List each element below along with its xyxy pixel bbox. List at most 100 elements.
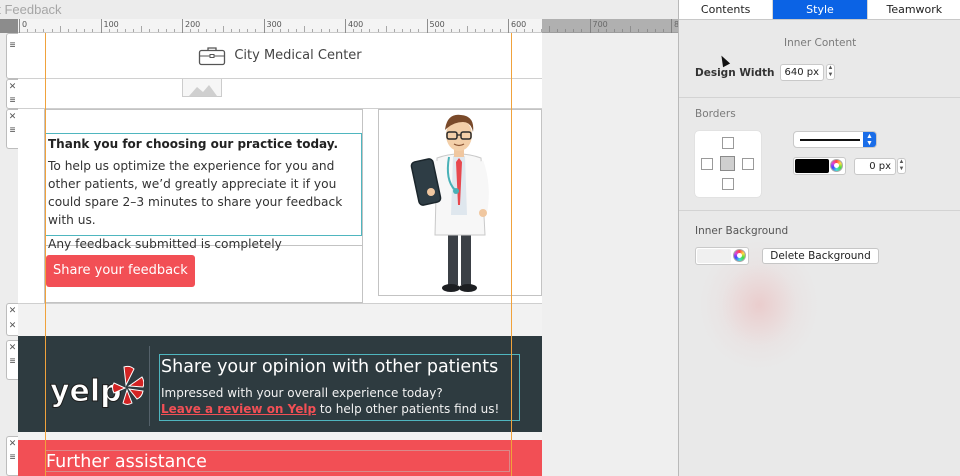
border-all-toggle[interactable] [720, 156, 735, 171]
ruler-minor-tick [450, 29, 452, 32]
ruler-minor-tick [247, 29, 249, 32]
border-side-selector[interactable] [695, 131, 761, 197]
block-handle-content[interactable]: ✕ ≡ [6, 109, 18, 149]
ruler-minor-tick [410, 29, 412, 32]
close-icon[interactable]: ✕ [9, 306, 17, 315]
intro-heading: Thank you for choosing our practice toda… [48, 137, 339, 151]
block-handle-gap[interactable]: ✕ ✕ [6, 303, 18, 336]
ruler-minor-tick [434, 29, 436, 32]
block-handle-yelp[interactable]: ✕ ≡ [6, 340, 18, 380]
ruler-minor-tick [271, 29, 273, 32]
border-color-well[interactable] [793, 157, 846, 175]
window-title: nt Feedback [0, 0, 678, 19]
yelp-logo: yelp [48, 363, 145, 413]
intro-text-frame[interactable]: Thank you for choosing our practice toda… [45, 133, 362, 269]
drag-handle-icon[interactable]: ≡ [10, 453, 16, 463]
ruler-minor-tick [369, 29, 371, 32]
ruler-minor-tick [475, 29, 477, 32]
drag-handle-icon[interactable]: ≡ [10, 126, 16, 136]
editor-canvas[interactable]: nt Feedback 0100200300400500600700800 ≡ … [0, 0, 678, 476]
close-icon[interactable]: ✕ [9, 321, 17, 330]
ruler-minor-tick [214, 29, 216, 32]
ruler-tick [182, 19, 183, 33]
ruler-minor-tick [361, 29, 363, 32]
close-icon[interactable]: ✕ [9, 439, 17, 448]
ruler-minor-tick [165, 29, 167, 32]
yelp-text-frame[interactable]: Share your opinion with other patients I… [159, 354, 520, 421]
ruler-tick-label: 300 [266, 20, 282, 29]
ruler-minor-tick [377, 29, 379, 32]
gap-block[interactable] [18, 303, 542, 336]
ruler-minor-tick [67, 29, 69, 32]
ruler-tick-label: 600 [511, 20, 527, 29]
chevron-updown-icon[interactable]: ▲ ▼ [863, 132, 876, 147]
ruler-minor-tick [516, 29, 518, 32]
border-style-select[interactable]: ▲ ▼ [793, 131, 877, 148]
block-handle-header[interactable]: ≡ [6, 33, 18, 79]
inner-background-swatch[interactable] [697, 249, 731, 263]
ruler-minor-tick [524, 29, 526, 32]
border-width-field[interactable]: 0 px [854, 158, 896, 175]
spacer-block[interactable] [18, 79, 542, 109]
ruler-minor-tick [157, 29, 159, 32]
ruler-minor-tick [173, 29, 175, 32]
doctor-image-frame[interactable] [378, 109, 542, 296]
border-right-toggle[interactable] [742, 158, 754, 170]
inner-background-color-well[interactable] [695, 247, 749, 265]
close-icon[interactable]: ✕ [9, 82, 17, 91]
close-icon[interactable]: ✕ [9, 343, 17, 352]
delete-background-button[interactable]: Delete Background [762, 248, 879, 264]
block-handle-spacer[interactable]: ✕ ≡ [6, 79, 18, 109]
ruler-minor-tick [304, 26, 306, 32]
canvas-outside-area [542, 33, 678, 476]
ruler-minor-tick [51, 29, 53, 32]
further-assistance-block[interactable]: Further assistance [18, 440, 542, 476]
inner-background-title: Inner Background [695, 225, 789, 237]
ruler-tick [263, 19, 265, 33]
border-top-toggle[interactable] [722, 137, 734, 149]
ruler-minor-tick [385, 26, 387, 32]
ruler-left-margin [0, 19, 18, 33]
header-block[interactable]: City Medical Center [18, 33, 542, 79]
ruler-minor-tick [76, 29, 78, 32]
color-wheel-icon[interactable] [733, 249, 746, 262]
ruler-minor-tick [467, 26, 469, 32]
color-wheel-icon[interactable] [830, 159, 843, 172]
design-width-label: Design Width [695, 67, 775, 79]
margin-guide-left[interactable] [45, 33, 46, 476]
design-width-stepper[interactable]: ▲ ▼ [826, 64, 835, 80]
border-color-swatch[interactable] [795, 159, 829, 173]
drag-handle-icon[interactable]: ≡ [10, 41, 16, 51]
close-icon[interactable]: ✕ [9, 112, 17, 121]
ruler-minor-tick [141, 26, 143, 32]
tab-teamwork[interactable]: Teamwork [867, 0, 960, 19]
margin-guide-right[interactable] [511, 33, 512, 476]
ruler-minor-tick [35, 29, 37, 32]
tab-style[interactable]: Style [773, 0, 868, 19]
ruler-minor-tick [239, 29, 241, 32]
ruler-minor-tick [108, 29, 110, 32]
block-handle-assist[interactable]: ✕ ≡ [6, 436, 18, 476]
drag-handle-icon[interactable]: ≡ [10, 96, 16, 106]
image-placeholder[interactable] [182, 79, 222, 97]
design-width-field[interactable]: 640 px [780, 64, 824, 81]
image-icon [189, 85, 217, 96]
share-feedback-button[interactable]: Share your feedback [46, 255, 195, 287]
ruler-minor-tick [418, 29, 420, 32]
border-bottom-toggle[interactable] [722, 178, 734, 190]
border-width-stepper[interactable]: ▲ ▼ [897, 158, 906, 174]
ruler-tick-label: 200 [185, 20, 201, 29]
gap-block-2[interactable] [18, 432, 542, 440]
ruler-tick-label: 0 [22, 20, 28, 29]
inspector-panel: Contents Style Teamwork Inner Content De… [678, 0, 960, 476]
yelp-block[interactable]: yelp Share your opinion with other patie… [18, 336, 542, 432]
ruler-minor-tick [222, 26, 224, 32]
ruler-minor-tick [402, 29, 404, 32]
content-block[interactable]: Thank you for choosing our practice toda… [18, 109, 542, 303]
drag-handle-icon[interactable]: ≡ [10, 357, 16, 367]
ruler-minor-tick [532, 29, 534, 32]
border-left-toggle[interactable] [701, 158, 713, 170]
yelp-review-link[interactable]: Leave a review on Yelp [161, 402, 316, 416]
ruler-tick-label: 100 [103, 20, 119, 29]
tab-contents[interactable]: Contents [679, 0, 774, 19]
